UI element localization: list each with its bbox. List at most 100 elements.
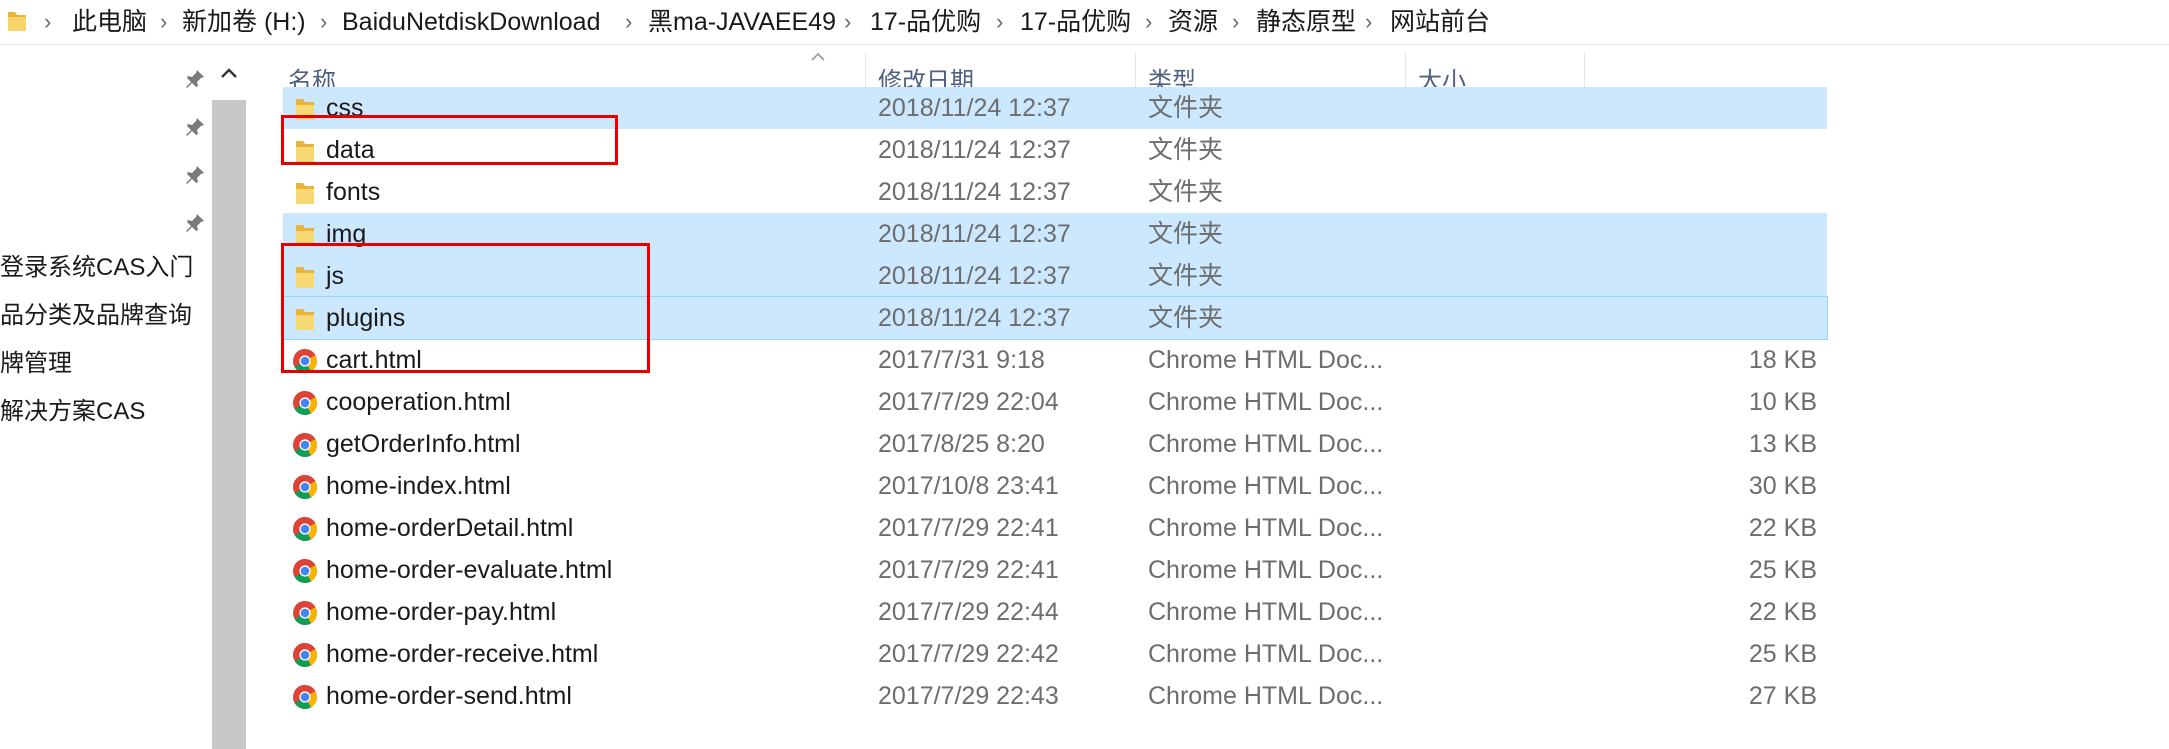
file-date: 2018/11/24 12:37 [878, 220, 1071, 248]
breadcrumb-separator: › [996, 9, 1004, 34]
file-row[interactable]: home-index.html 2017/10/8 23:41 Chrome H… [283, 465, 1827, 507]
breadcrumb-item[interactable]: 黑ma-JAVAEE49 [648, 6, 836, 38]
file-type: Chrome HTML Doc... [1148, 514, 1384, 542]
file-date: 2017/10/8 23:41 [878, 472, 1059, 500]
breadcrumb-separator: › [320, 9, 328, 34]
pin-icon[interactable] [184, 212, 206, 234]
file-type: 文件夹 [1148, 262, 1224, 290]
breadcrumb-item[interactable]: 新加卷 (H:) [182, 6, 306, 38]
file-size: 25 KB [1748, 640, 1817, 668]
file-date: 2018/11/24 12:37 [878, 136, 1071, 164]
file-type: Chrome HTML Doc... [1148, 598, 1384, 626]
chrome-icon [292, 474, 318, 500]
file-row[interactable]: getOrderInfo.html 2017/8/25 8:20 Chrome … [283, 423, 1827, 465]
pin-icon[interactable] [184, 164, 206, 186]
file-size: 22 KB [1748, 514, 1817, 542]
chrome-icon [292, 516, 318, 542]
breadcrumb-item[interactable]: 此电脑 [72, 6, 147, 38]
breadcrumb-item[interactable]: 17-品优购 [870, 6, 981, 38]
file-size: 27 KB [1748, 682, 1817, 710]
file-row[interactable]: home-order-send.html 2017/7/29 22:43 Chr… [283, 675, 1827, 717]
file-type: 文件夹 [1148, 94, 1224, 122]
file-date: 2018/11/24 12:37 [878, 304, 1071, 332]
breadcrumb-item[interactable]: 17-品优购 [1020, 6, 1131, 38]
file-date: 2017/7/31 9:18 [878, 346, 1045, 374]
breadcrumb-separator: › [625, 9, 633, 34]
breadcrumb-separator: › [1145, 9, 1153, 34]
file-name: home-order-receive.html [326, 640, 599, 668]
file-date: 2018/11/24 12:37 [878, 178, 1071, 206]
breadcrumb-item[interactable]: 静态原型 [1256, 6, 1356, 38]
navigation-pane: 登录系统CAS入门 品分类及品牌查询 牌管理 解决方案CAS [0, 45, 212, 749]
breadcrumb-item[interactable]: 网站前台 [1390, 6, 1490, 38]
file-name: getOrderInfo.html [326, 430, 521, 458]
breadcrumb-item[interactable]: 资源 [1168, 6, 1218, 38]
file-row[interactable]: home-order-pay.html 2017/7/29 22:44 Chro… [283, 591, 1827, 633]
nav-item[interactable]: 牌管理 [0, 347, 72, 381]
file-size: 10 KB [1748, 388, 1817, 416]
breadcrumb-separator: › [1232, 9, 1240, 34]
nav-item[interactable]: 品分类及品牌查询 [0, 299, 192, 333]
file-size: 25 KB [1748, 556, 1817, 584]
file-type: 文件夹 [1148, 136, 1224, 164]
file-date: 2017/7/29 22:42 [878, 640, 1059, 668]
annotation-box-css [281, 115, 618, 165]
file-list: 名称 修改日期 类型 大小 css 2018/11/24 12:37 文件夹 d… [248, 45, 2169, 749]
file-type: Chrome HTML Doc... [1148, 556, 1384, 584]
file-date: 2017/7/29 22:44 [878, 598, 1059, 626]
file-type: 文件夹 [1148, 178, 1224, 206]
breadcrumb-item[interactable]: BaiduNetdiskDownload [342, 6, 600, 38]
file-row[interactable]: home-order-evaluate.html 2017/7/29 22:41… [283, 549, 1827, 591]
file-date: 2017/7/29 22:41 [878, 514, 1059, 542]
file-size: 30 KB [1748, 472, 1817, 500]
file-name: cooperation.html [326, 388, 511, 416]
nav-item[interactable]: 解决方案CAS [0, 395, 145, 429]
sort-ascending-icon [811, 52, 825, 61]
annotation-box-img-js-plugins [281, 243, 650, 373]
pin-icon[interactable] [184, 68, 206, 90]
chrome-icon [292, 684, 318, 710]
file-name: home-index.html [326, 472, 511, 500]
chrome-icon [292, 390, 318, 416]
file-name: home-order-evaluate.html [326, 556, 613, 584]
file-date: 2017/7/29 22:43 [878, 682, 1059, 710]
file-name: fonts [326, 178, 381, 206]
nav-item[interactable]: 登录系统CAS入门 [0, 251, 193, 285]
file-type: Chrome HTML Doc... [1148, 640, 1384, 668]
file-name: home-order-pay.html [326, 598, 557, 626]
file-row[interactable]: cooperation.html 2017/7/29 22:04 Chrome … [283, 381, 1827, 423]
chrome-icon [292, 432, 318, 458]
folder-icon [8, 12, 26, 31]
breadcrumb-separator: › [844, 9, 852, 34]
file-date: 2017/8/25 8:20 [878, 430, 1045, 458]
file-row[interactable]: home-order-receive.html 2017/7/29 22:42 … [283, 633, 1827, 675]
nav-scrollbar-thumb[interactable] [212, 100, 246, 749]
file-type: 文件夹 [1148, 304, 1224, 332]
pin-icon[interactable] [184, 116, 206, 138]
file-name: home-orderDetail.html [326, 514, 574, 542]
chevron-up-icon[interactable] [216, 61, 242, 87]
file-type: 文件夹 [1148, 220, 1224, 248]
folder-icon [292, 180, 318, 206]
file-size: 13 KB [1748, 430, 1817, 458]
file-row[interactable]: fonts 2018/11/24 12:37 文件夹 [283, 171, 1827, 213]
breadcrumb-separator: › [160, 9, 168, 34]
breadcrumb-separator: › [1365, 9, 1373, 34]
file-type: Chrome HTML Doc... [1148, 472, 1384, 500]
file-size: 22 KB [1748, 598, 1817, 626]
chrome-icon [292, 600, 318, 626]
file-type: Chrome HTML Doc... [1148, 682, 1384, 710]
chrome-icon [292, 558, 318, 584]
file-type: Chrome HTML Doc... [1148, 346, 1384, 374]
file-date: 2017/7/29 22:41 [878, 556, 1059, 584]
breadcrumb-separator: › [44, 9, 52, 34]
file-date: 2018/11/24 12:37 [878, 94, 1071, 122]
file-size: 18 KB [1748, 346, 1817, 374]
file-date: 2018/11/24 12:37 [878, 262, 1071, 290]
chrome-icon [292, 642, 318, 668]
file-row[interactable]: home-orderDetail.html 2017/7/29 22:41 Ch… [283, 507, 1827, 549]
file-type: Chrome HTML Doc... [1148, 430, 1384, 458]
file-date: 2017/7/29 22:04 [878, 388, 1059, 416]
address-bar[interactable]: › 此电脑 › 新加卷 (H:) › BaiduNetdiskDownload … [0, 0, 2169, 45]
file-name: home-order-send.html [326, 682, 572, 710]
